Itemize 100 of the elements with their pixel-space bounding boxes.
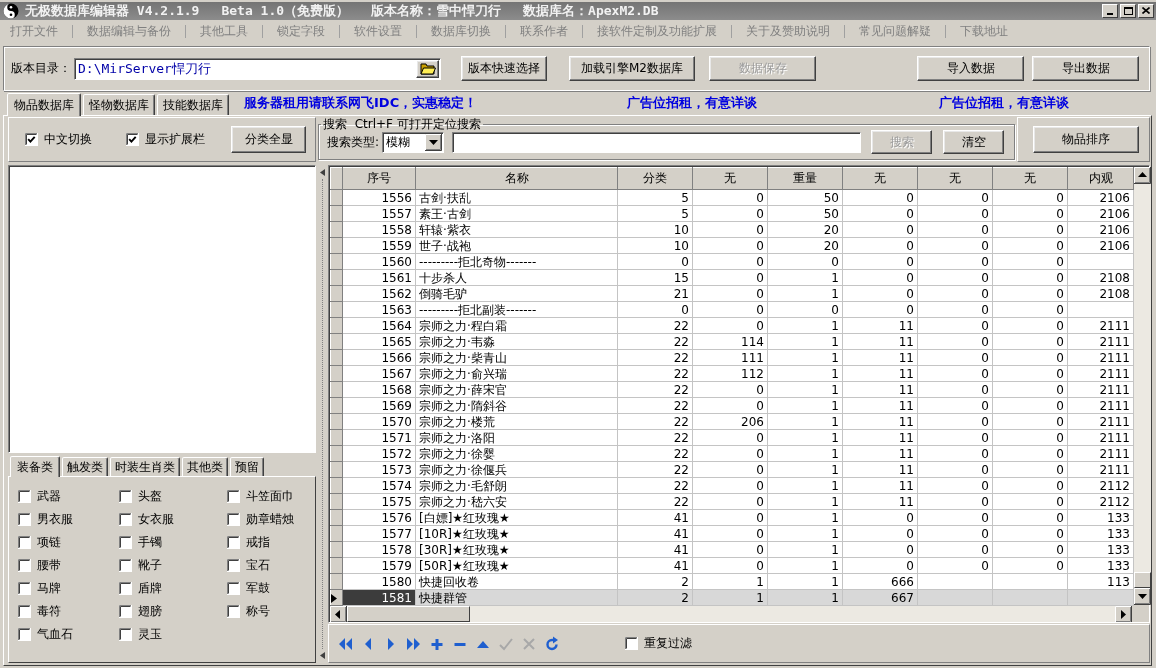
right-arrow-icon[interactable]: [1115, 606, 1132, 622]
table-cell: 22: [617, 397, 693, 414]
show-all-button[interactable]: 分类全显: [231, 126, 306, 153]
load-database-button[interactable]: 加载引擎M2数据库: [569, 56, 695, 81]
table-cell: 22: [617, 477, 693, 494]
checkbox[interactable]: [227, 582, 240, 595]
tab[interactable]: 技能数据库: [157, 94, 229, 115]
table-cell: 0: [692, 301, 768, 318]
table-cell: 10: [617, 221, 693, 238]
checkbox[interactable]: [18, 513, 31, 526]
left-triangle-icon[interactable]: [319, 169, 325, 176]
checkbox[interactable]: [119, 582, 132, 595]
table-cell: 21: [617, 285, 693, 302]
ad-banner-text[interactable]: 广告位招租，有意详谈: [939, 95, 1070, 111]
column-header[interactable]: 名称: [415, 167, 618, 190]
checkbox[interactable]: [227, 536, 240, 549]
scrollbar-thumb[interactable]: [1134, 572, 1151, 588]
minimize-button[interactable]: [1102, 4, 1118, 18]
tab[interactable]: 物品数据库: [7, 93, 81, 116]
version-select-button[interactable]: 版本快速选择: [461, 56, 547, 81]
category-tab[interactable]: 装备类: [10, 456, 60, 477]
search-input[interactable]: [452, 131, 862, 153]
checkbox[interactable]: [119, 490, 132, 503]
column-header[interactable]: 序号: [342, 167, 416, 190]
category-tab[interactable]: 时装生肖类: [110, 457, 180, 476]
table-cell: 1: [767, 381, 843, 398]
checkbox[interactable]: [227, 605, 240, 618]
table-cell: 11: [842, 333, 918, 350]
checkbox[interactable]: [126, 133, 139, 146]
browse-button[interactable]: [416, 59, 439, 78]
table-cell: 11: [842, 381, 918, 398]
checkbox[interactable]: [119, 628, 132, 641]
column-header[interactable]: 无: [917, 167, 993, 190]
column-header[interactable]: 无: [692, 167, 768, 190]
maximize-button[interactable]: [1120, 4, 1136, 18]
checkbox[interactable]: [119, 605, 132, 618]
tab[interactable]: 怪物数据库: [83, 94, 155, 115]
ad-banner-text[interactable]: 广告位招租，有意详谈: [627, 95, 758, 111]
checkbox[interactable]: [18, 536, 31, 549]
table-cell: 0: [917, 461, 993, 478]
table-cell: 133: [1067, 525, 1134, 542]
clear-button[interactable]: 清空: [943, 130, 1005, 154]
dropdown-arrow-icon[interactable]: [425, 133, 443, 151]
table-cell: 0: [917, 205, 993, 222]
checkbox[interactable]: [625, 637, 638, 650]
left-arrow-icon[interactable]: [330, 606, 347, 622]
checkbox[interactable]: [227, 513, 240, 526]
table-cell: 0: [917, 525, 993, 542]
up-arrow-icon[interactable]: [1134, 167, 1151, 184]
table-cell: 倒骑毛驴: [415, 285, 618, 302]
column-header[interactable]: 重量: [767, 167, 843, 190]
checkbox[interactable]: [227, 559, 240, 572]
checkbox[interactable]: [18, 605, 31, 618]
checkbox[interactable]: [119, 513, 132, 526]
import-button[interactable]: 导入数据: [917, 56, 1024, 81]
table-cell: 0: [992, 189, 1068, 206]
export-button[interactable]: 导出数据: [1032, 56, 1139, 81]
table-cell: 1: [767, 269, 843, 286]
table-cell: 0: [992, 509, 1068, 526]
down-arrow-icon[interactable]: [1134, 588, 1151, 605]
checkbox[interactable]: [25, 133, 38, 146]
checkbox[interactable]: [119, 536, 132, 549]
table-cell: 11: [842, 365, 918, 382]
checkbox[interactable]: [18, 559, 31, 572]
checkbox[interactable]: [119, 559, 132, 572]
table-cell: 0: [692, 269, 768, 286]
vertical-scrollbar[interactable]: [1134, 167, 1151, 605]
table-cell: 0: [992, 445, 1068, 462]
refresh-icon[interactable]: [544, 635, 560, 652]
checkbox[interactable]: [18, 490, 31, 503]
table-cell: 0: [692, 237, 768, 254]
table-cell: 古剑·扶乱: [415, 189, 618, 206]
column-header[interactable]: 内观: [1067, 167, 1134, 190]
table-cell: 0: [992, 237, 1068, 254]
table-cell: 宗师之力·楼荒: [415, 413, 618, 430]
column-header[interactable]: 无: [842, 167, 918, 190]
category-tab[interactable]: 预留: [230, 457, 264, 476]
minimize-icon: [1107, 13, 1113, 15]
table-cell: 112: [692, 365, 768, 382]
table-cell: 11: [842, 493, 918, 510]
path-field[interactable]: D:\MirServer悍刀行: [74, 57, 441, 80]
table-cell: 宗师之力·隋斜谷: [415, 397, 618, 414]
column-header[interactable]: 分类: [617, 167, 693, 190]
column-header[interactable]: 无: [992, 167, 1068, 190]
checkbox[interactable]: [227, 490, 240, 503]
horizontal-scrollbar[interactable]: [330, 606, 1132, 622]
table-cell: 11: [842, 349, 918, 366]
ad-banner-text[interactable]: 服务器租用请联系网飞IDC，实惠稳定！: [244, 95, 478, 111]
search-type-dropdown[interactable]: 模糊: [382, 131, 445, 153]
category-tab[interactable]: 其他类: [182, 457, 228, 476]
table-cell: 22: [617, 413, 693, 430]
checkbox[interactable]: [18, 628, 31, 641]
checkbox[interactable]: [18, 582, 31, 595]
table-cell: ---------拒北副装-------: [415, 301, 618, 318]
left-triangle-icon[interactable]: [319, 652, 325, 659]
close-button[interactable]: [1138, 4, 1154, 18]
category-tab[interactable]: 触发类: [62, 457, 108, 476]
sort-items-button[interactable]: 物品排序: [1033, 126, 1139, 153]
double-right-arrow-icon[interactable]: [406, 635, 422, 652]
checkbox-label: 腰带: [37, 558, 61, 573]
